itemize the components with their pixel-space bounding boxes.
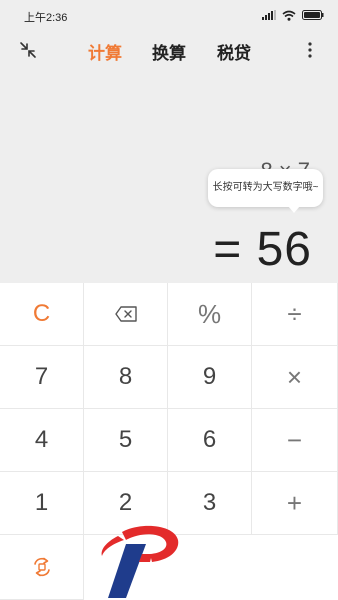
digit-7-button[interactable]: 7 <box>0 346 84 409</box>
digit-6-button[interactable]: 6 <box>168 409 252 472</box>
battery-icon <box>302 10 324 20</box>
switch-mode-button[interactable] <box>0 535 84 600</box>
digit-9-button[interactable]: 9 <box>168 346 252 409</box>
swap-icon <box>33 557 50 577</box>
wifi-icon <box>282 10 296 21</box>
watermark-logo <box>101 525 179 598</box>
digit-4-button[interactable]: 4 <box>0 409 84 472</box>
top-bar: 计算 换算 税贷 <box>0 32 338 68</box>
status-time: 上午2:36 <box>24 12 68 24</box>
result-text[interactable]: = 56 <box>213 222 312 277</box>
minus-button[interactable]: − <box>252 409 338 472</box>
multiply-button[interactable]: × <box>252 346 338 409</box>
calculator-screen: 上午2:36 计算 换算 税贷 长按可转为大写数字哦~ = 56 C % ÷ 7… <box>0 0 338 600</box>
more-icon[interactable] <box>300 40 320 60</box>
backspace-button[interactable] <box>84 283 168 346</box>
clear-button[interactable]: C <box>0 283 84 346</box>
tab-tax-loan[interactable]: 税贷 <box>217 39 251 64</box>
digit-5-button[interactable]: 5 <box>84 409 168 472</box>
digit-8-button[interactable]: 8 <box>84 346 168 409</box>
status-bar: 上午2:36 <box>0 0 338 32</box>
tooltip: 长按可转为大写数字哦~ <box>208 169 323 213</box>
status-icons <box>262 8 324 22</box>
tooltip-arrow <box>288 206 300 213</box>
plus-button[interactable]: + <box>252 472 338 535</box>
tab-calculate[interactable]: 计算 <box>88 39 122 64</box>
signal-icon <box>262 10 276 20</box>
tab-convert[interactable]: 换算 <box>152 39 186 64</box>
tooltip-text: 长按可转为大写数字哦~ <box>212 182 319 193</box>
percent-button[interactable]: % <box>168 283 252 346</box>
collapse-icon[interactable] <box>18 40 38 60</box>
backspace-icon <box>114 306 137 322</box>
digit-1-button[interactable]: 1 <box>0 472 84 535</box>
divide-button[interactable]: ÷ <box>252 283 338 346</box>
display-area: 上午2:36 计算 换算 税贷 长按可转为大写数字哦~ = 56 <box>0 0 338 283</box>
